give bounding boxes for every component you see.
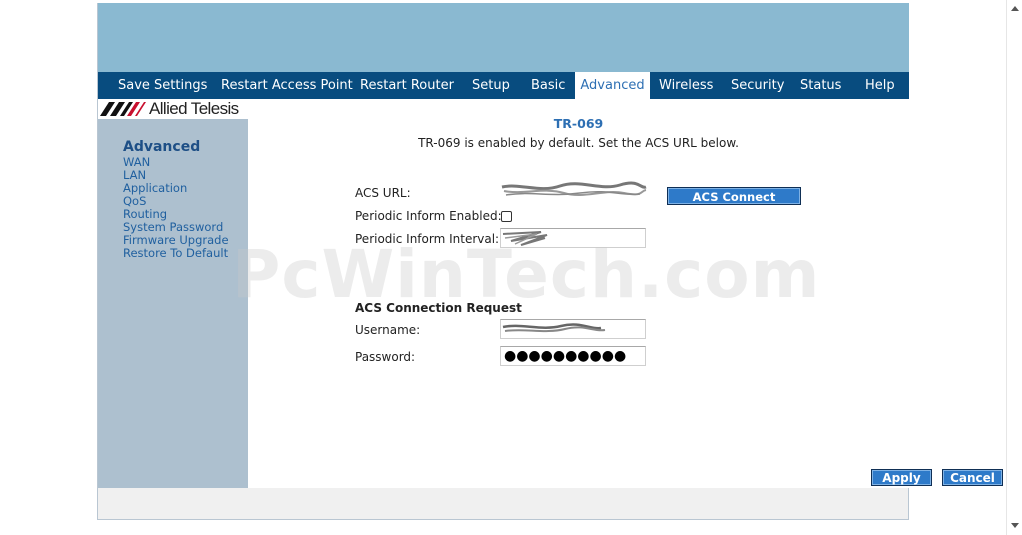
nav-restart-access-point[interactable]: Restart Access Point (221, 72, 353, 99)
nav-setup[interactable]: Setup (472, 72, 510, 99)
acs-url-field[interactable] (500, 181, 648, 201)
username-label: Username: (355, 323, 421, 337)
periodic-inform-enabled-checkbox[interactable] (501, 211, 512, 222)
header-banner (98, 3, 909, 72)
scroll-up-arrow-icon[interactable] (1011, 6, 1019, 11)
nav-advanced[interactable]: Advanced (575, 72, 650, 99)
sidebar-title: Advanced (123, 139, 201, 155)
password-masked-value: ●●●●●●●●●● (504, 348, 627, 364)
scroll-down-arrow-icon[interactable] (1011, 523, 1019, 528)
acs-connection-request-heading: ACS Connection Request (355, 301, 522, 315)
router-page-frame: Save Settings Restart Access Point Resta… (97, 3, 1003, 520)
nav-save-settings[interactable]: Save Settings (118, 72, 207, 99)
sidebar-link-restore-to-default[interactable]: Restore To Default (123, 247, 229, 260)
nav-status[interactable]: Status (800, 72, 841, 99)
top-navigation: Save Settings Restart Access Point Resta… (98, 72, 909, 99)
nav-security[interactable]: Security (731, 72, 784, 99)
sidebar: Allied Telesis Advanced WAN LAN Applicat… (98, 99, 248, 488)
periodic-inform-enabled-label: Periodic Inform Enabled: (355, 209, 502, 223)
periodic-inform-interval-input[interactable] (500, 228, 646, 248)
page-title: TR-069 (553, 116, 604, 131)
redacted-scribble-icon (501, 181, 647, 196)
vertical-scrollbar[interactable] (1006, 0, 1022, 535)
brand-name: Allied Telesis (149, 99, 239, 118)
cancel-button[interactable]: Cancel (942, 469, 1003, 486)
password-input[interactable]: ●●●●●●●●●● (500, 346, 646, 366)
brand-logo: Allied Telesis (98, 99, 248, 119)
redacted-scribble-icon (502, 323, 606, 333)
redacted-scribble-icon (502, 231, 548, 246)
periodic-inform-interval-label: Periodic Inform Interval: (355, 232, 500, 246)
password-label: Password: (355, 350, 416, 364)
apply-button[interactable]: Apply (871, 469, 932, 486)
nav-help[interactable]: Help (865, 72, 895, 99)
page-description: TR-069 is enabled by default. Set the AC… (418, 136, 739, 150)
main-content: TR-069 TR-069 is enabled by default. Set… (248, 99, 1003, 488)
sidebar-menu: WAN LAN Application QoS Routing System P… (123, 156, 229, 260)
nav-wireless[interactable]: Wireless (659, 72, 713, 99)
acs-url-label: ACS URL: (355, 186, 411, 200)
nav-restart-router[interactable]: Restart Router (360, 72, 454, 99)
nav-basic[interactable]: Basic (531, 72, 565, 99)
username-input[interactable] (500, 319, 646, 339)
acs-connect-button[interactable]: ACS Connect (667, 187, 801, 205)
allied-telesis-logo-icon (100, 102, 146, 116)
